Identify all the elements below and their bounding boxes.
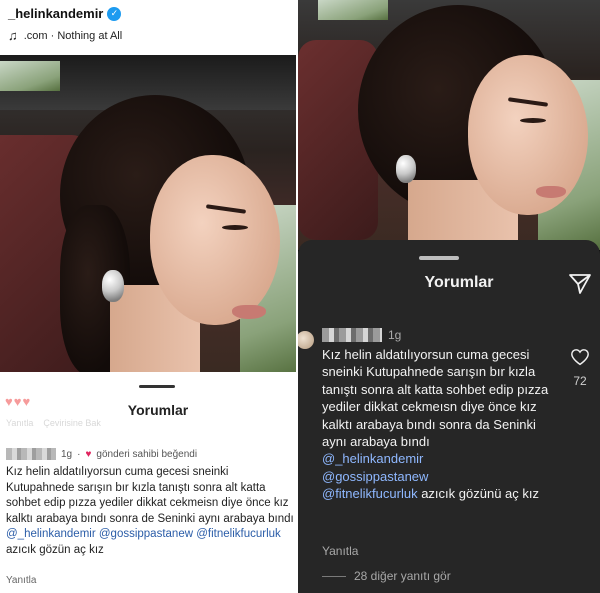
mention-link[interactable]: @_helinkandemir (6, 528, 96, 540)
heart-icon: ♥ (85, 448, 92, 460)
music-note-icon: ♫ (8, 28, 18, 43)
blurred-username (322, 328, 382, 342)
mention-link[interactable]: @_helinkandemir (322, 451, 423, 466)
ghost-row: Yanıtla Çevirisine Bak (6, 418, 101, 428)
post-photo (298, 0, 600, 250)
mention-link[interactable]: @fitnelikfucurluk (322, 486, 418, 501)
mention-link[interactable]: @gossippastanew (322, 469, 428, 484)
blurred-username (6, 448, 56, 460)
drag-handle[interactable] (419, 256, 459, 260)
mention-link[interactable]: @gossippastanew (99, 528, 193, 540)
liked-by-author: gönderi sahibi beğendi (96, 448, 198, 460)
avatar[interactable] (298, 331, 314, 349)
comment-meta: 1g (322, 328, 401, 342)
comments-sheet-dark: Yorumlar 1g Kız helin aldatılıyorsun cum… (298, 240, 600, 593)
reply-button[interactable]: Yanıtla (6, 575, 36, 586)
heart-outline-icon[interactable] (570, 348, 590, 366)
drag-handle[interactable] (139, 385, 175, 388)
username[interactable]: _helinkandemir (8, 6, 103, 21)
sheet-title: Yorumlar (424, 274, 494, 291)
divider-line (322, 575, 346, 577)
mention-link[interactable]: @fitnelikfucurluk (196, 528, 281, 540)
like-count: 72 (573, 374, 587, 388)
music-label[interactable]: .com · Nothing at All (24, 30, 122, 42)
verified-badge-icon: ✓ (107, 6, 122, 21)
comment-time: 1g (61, 448, 73, 460)
comment-time: 1g (388, 328, 402, 342)
view-more-replies[interactable]: 28 diğer yanıtı gör (322, 569, 451, 583)
comment-text: Kız helin aldatılıyorsun cuma gecesi sne… (322, 347, 549, 502)
dot-separator: · (77, 448, 81, 460)
more-replies-label[interactable]: 28 diğer yanıtı gör (354, 569, 451, 583)
send-icon[interactable] (568, 272, 592, 296)
reply-button[interactable]: Yanıtla (322, 544, 358, 558)
comment-meta: 1g · ♥ gönderi sahibi beğendi (6, 448, 197, 460)
comment-text: Kız helin aldatılıyorsun cuma gecesi sne… (6, 466, 294, 556)
post-header: _helinkandemir ✓ ♫ .com · Nothing at All (0, 0, 296, 55)
left-post-panel: _helinkandemir ✓ ♫ .com · Nothing at All… (0, 0, 296, 593)
post-photo (0, 55, 296, 372)
sheet-title: Yorumlar (127, 402, 189, 418)
right-post-panel: Yorumlar 1g Kız helin aldatılıyorsun cum… (298, 0, 600, 593)
comments-sheet-light: ♥♥♥ Yanıtla Çevirisine Bak Yorumlar 1g ·… (0, 372, 296, 593)
